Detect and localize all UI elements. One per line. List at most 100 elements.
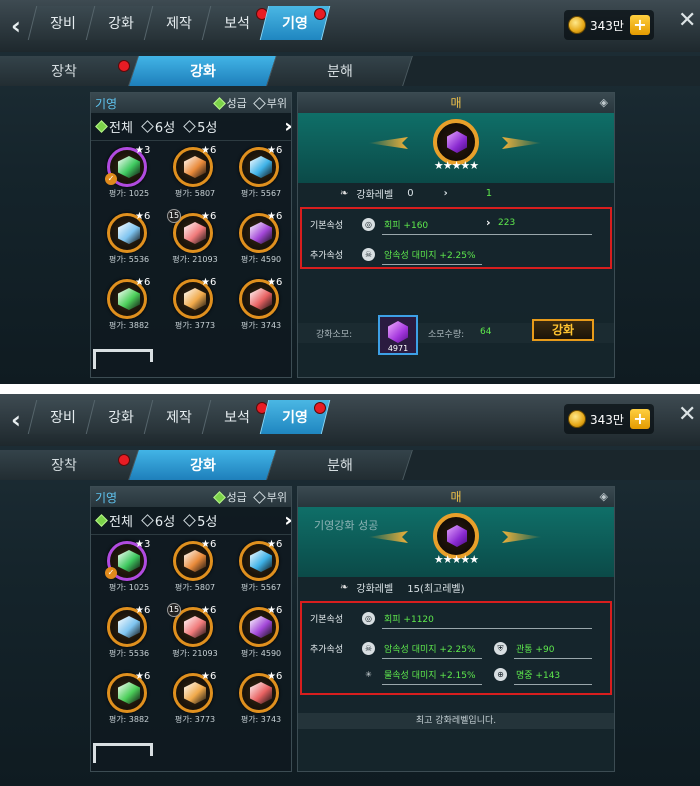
pin-icon[interactable]: ◈: [600, 93, 608, 113]
subtab-dismantle[interactable]: 분해: [267, 450, 413, 480]
notification-dot: [314, 402, 326, 414]
grid-item[interactable]: ★6 평가: 5807: [165, 145, 216, 209]
grid-item[interactable]: ★6 평가: 4590: [231, 211, 282, 275]
diamond-icon: [183, 514, 197, 527]
top-bar: ‹ 장비 강화 제작 보석 기영 343만 + ✕: [0, 394, 700, 446]
crosshair-icon: ⊕: [494, 668, 507, 681]
screenshot-separator: [0, 384, 700, 394]
filter-label: 5성: [197, 121, 218, 136]
grid-item[interactable]: ★3 ✓ 평가: 1025: [99, 145, 150, 209]
add-currency-button[interactable]: +: [630, 409, 650, 429]
tab-gem[interactable]: 보석: [201, 400, 273, 434]
extra-attr-value: 물속성 대미지 +2.15%: [384, 671, 476, 681]
gem-icon: [250, 288, 272, 310]
item-showcase: ★★★★★: [298, 113, 614, 183]
star-count: ★6: [201, 605, 217, 616]
filter-label: 6성: [154, 121, 176, 136]
star-count: ★6: [267, 145, 283, 156]
tab-equipment[interactable]: 장비: [27, 400, 99, 434]
grid-item[interactable]: ★6 평가: 5567: [231, 539, 282, 603]
filter-all[interactable]: 전체: [95, 117, 133, 136]
grid-item[interactable]: ★6 평가: 5807: [165, 539, 216, 603]
enhance-screen-before: ‹ 장비 강화 제작 보석 기영 343만 + ✕ 장착 강화 분해 기영 성급…: [0, 0, 700, 384]
tab-equipment[interactable]: 장비: [27, 6, 99, 40]
sort-option-part[interactable]: 부위: [252, 489, 287, 505]
item-grid: ★3 ✓ 평가: 1025 ★6 평가: 5807 ★6 평가: 5567 ★6 평가: 553…: [91, 141, 291, 369]
grid-item[interactable]: ★6 15 평가: 21093: [165, 603, 218, 669]
tab-giyoung[interactable]: 기영: [259, 6, 331, 40]
tab-gem[interactable]: 보석: [201, 6, 273, 40]
divider: [514, 684, 592, 685]
grid-item[interactable]: ★6 평가: 5567: [231, 145, 283, 209]
grid-item[interactable]: ★6 평가: 3773: [165, 277, 216, 341]
tab-craft[interactable]: 제작: [143, 6, 215, 40]
gem-icon: [118, 156, 140, 178]
subtab-enhance[interactable]: 강화: [129, 56, 277, 86]
level-next: 1: [485, 187, 493, 199]
sort-option-part[interactable]: 부위: [252, 95, 287, 111]
filter-5star[interactable]: 5성: [183, 511, 217, 530]
subtab-equip[interactable]: 장착: [0, 56, 139, 86]
subtab-equip[interactable]: 장착: [0, 450, 139, 480]
filter-6star[interactable]: 6성: [141, 117, 176, 136]
star-count: ★6: [135, 277, 151, 288]
filter-6star[interactable]: 6성: [141, 511, 175, 530]
base-attribute-row: 기본속성 ◎ 회피 +160 › 223: [302, 215, 610, 235]
grid-item[interactable]: ★6 평가: 5536: [99, 605, 150, 669]
grid-item[interactable]: ★6 15 평가: 21093: [165, 209, 218, 275]
grid-item[interactable]: ★6 평가: 3743: [231, 277, 282, 341]
grid-item[interactable]: ★6 평가: 3743: [231, 671, 282, 735]
extra-attribute-row: 추가속성 ☠ 암속성 대미지 +2.25%: [302, 245, 610, 265]
filter-bar: 전체 6성 5성 ››: [91, 113, 293, 141]
arrow-right-icon: ›: [486, 216, 491, 229]
subtab-dismantle[interactable]: 분해: [267, 56, 413, 86]
grid-item[interactable]: ★6 평가: 3882: [99, 671, 150, 735]
grid-item[interactable]: ★3 ✓ 평가: 1025: [99, 539, 150, 603]
success-message: 기영강화 성공: [314, 519, 379, 532]
grid-item[interactable]: ★6 평가: 3882: [99, 277, 151, 341]
grid-item[interactable]: ★6 평가: 5536: [99, 211, 150, 275]
grid-item[interactable]: ★6 평가: 4590: [231, 605, 282, 669]
back-arrow-icon[interactable]: ‹: [6, 406, 26, 434]
back-arrow-icon[interactable]: ‹: [6, 12, 26, 40]
sort-option-grade[interactable]: 성급: [212, 489, 247, 505]
pin-icon[interactable]: ◈: [600, 487, 608, 507]
tab-giyoung[interactable]: 기영: [259, 400, 331, 434]
item-rating: 평가: 3882: [108, 715, 150, 724]
option-label: 부위: [266, 491, 287, 504]
sparkle-icon: ✳: [365, 670, 372, 679]
item-rating: 평가: 21093: [172, 255, 218, 264]
filter-5star[interactable]: 5성: [183, 117, 218, 136]
notification-dot: [118, 454, 130, 466]
extra-attribute-row: 추가속성 ☠ 암속성 대미지 +2.25% ⛨ 관통 +90: [302, 639, 610, 659]
divider: [382, 658, 482, 659]
filter-all[interactable]: 전체: [95, 511, 133, 530]
currency-display: 343만 +: [564, 404, 654, 434]
gem-icon: [250, 550, 272, 572]
selection-bracket: [93, 743, 153, 763]
diamond-check-icon: [95, 514, 108, 527]
sort-option-grade[interactable]: 성급: [212, 95, 247, 111]
currency-amount: 343만: [590, 412, 624, 427]
diamond-icon: [252, 96, 266, 110]
tab-enhance[interactable]: 강화: [85, 400, 157, 434]
gold-coin-icon: [568, 410, 586, 428]
arrow-right-icon: ›: [443, 187, 448, 199]
tab-enhance[interactable]: 강화: [85, 6, 157, 40]
item-rating: 평가: 5567: [240, 189, 282, 198]
tab-craft[interactable]: 제작: [143, 400, 215, 434]
item-list-panel: 기영 성급 부위 전체 6성 5성 ›› ★3 ✓ 평가: 1025 ★6 평가: 58…: [90, 92, 293, 378]
add-currency-button[interactable]: +: [630, 15, 650, 35]
enhance-button[interactable]: 강화: [532, 319, 594, 341]
gem-icon: [447, 131, 467, 153]
material-slot[interactable]: 4971: [378, 315, 418, 355]
subtab-enhance[interactable]: 강화: [129, 450, 277, 480]
level-badge: 15: [167, 603, 181, 617]
diamond-check-icon: [212, 490, 226, 504]
list-category: 기영: [95, 490, 118, 505]
grid-item[interactable]: ★6 평가: 3773: [165, 671, 216, 735]
gem-icon: [118, 288, 140, 310]
close-icon[interactable]: ✕: [678, 402, 696, 428]
quantity-value: 64: [480, 327, 492, 337]
close-icon[interactable]: ✕: [678, 8, 696, 34]
